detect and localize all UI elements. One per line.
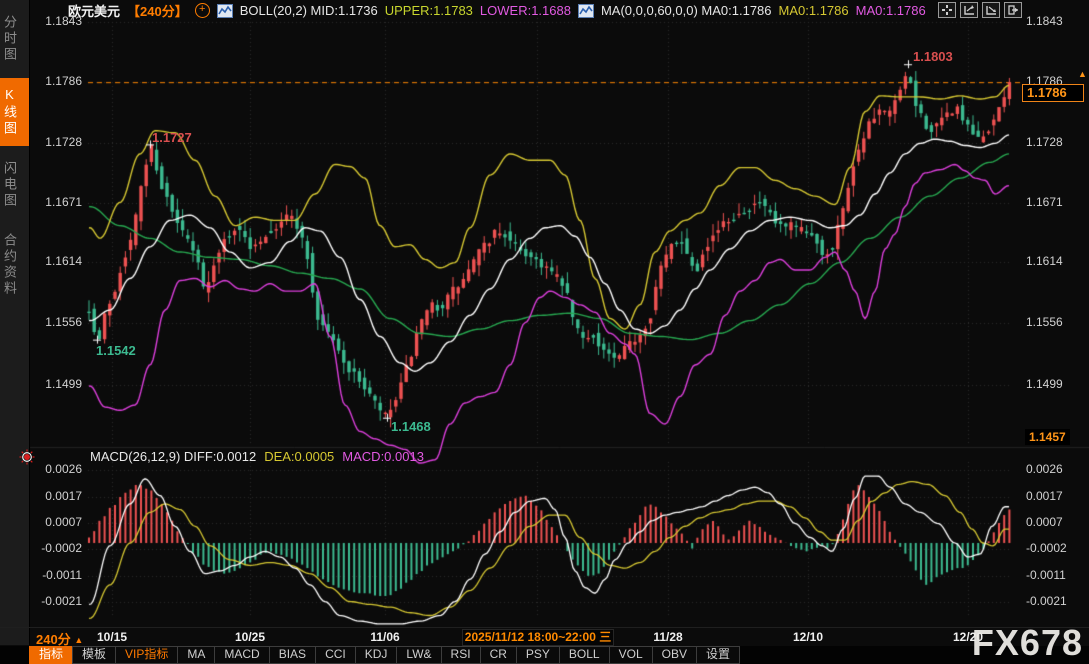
macd-tick-right-5: -0.0021 (1026, 594, 1086, 608)
macd-tick-left-5: -0.0021 (30, 594, 82, 608)
sidebar-item-2[interactable]: 闪电图 (0, 152, 29, 218)
date-tick-0: 10/15 (77, 630, 147, 644)
boll-mid-label: BOLL(20,2) MID:1.1736 (240, 3, 378, 18)
sidebar-item-3[interactable]: 合约资料 (0, 224, 29, 306)
price-tick-right-6: 1.1499 (1026, 377, 1086, 391)
price-tick-left-6: 1.1499 (30, 377, 82, 391)
price-tick-right-0: 1.1843 (1026, 14, 1086, 28)
tab-CR[interactable]: CR (480, 646, 517, 664)
macd-diff-label: MACD(26,12,9) DIFF:0.0012 (90, 449, 256, 464)
zoom-out-axis-icon[interactable] (982, 2, 1000, 18)
macd-tick-right-0: 0.0026 (1026, 462, 1086, 476)
ma-indicator-icon[interactable] (578, 4, 594, 18)
macd-macd-label: MACD:0.0013 (342, 449, 424, 464)
symbol-name: 欧元美元 (68, 1, 120, 20)
sidebar-item-0[interactable]: 分时图 (0, 6, 29, 72)
boll-upper-label: UPPER:1.1783 (385, 3, 473, 18)
macd-tick-left-3: -0.0002 (30, 541, 82, 555)
macd-tick-left-0: 0.0026 (30, 462, 82, 476)
kline-app: 分时图 K线图闪电图合约资料 欧元美元 【240分】 + BOLL(20,2) M… (0, 0, 1089, 664)
price-up-arrow-icon: ▲ (1078, 69, 1087, 79)
tab-KDJ[interactable]: KDJ (355, 646, 398, 664)
tab-VIP指标[interactable]: VIP指标 (115, 646, 178, 664)
candlestick-macd-chart[interactable] (0, 0, 1089, 664)
annotation-low-2: 1.1468 (391, 419, 431, 434)
macd-tick-left-2: 0.0007 (30, 515, 82, 529)
macd-tick-right-4: -0.0011 (1026, 568, 1086, 582)
price-tick-left-5: 1.1556 (30, 315, 82, 329)
macd-tick-left-4: -0.0011 (30, 568, 82, 582)
zoom-in-axis-icon[interactable] (960, 2, 978, 18)
tab-OBV[interactable]: OBV (652, 646, 697, 664)
tab-设置[interactable]: 设置 (696, 646, 740, 664)
date-tick-1: 10/25 (215, 630, 285, 644)
annotation-low-1: 1.1542 (96, 343, 136, 358)
macd-tick-right-3: -0.0002 (1026, 541, 1086, 555)
chart-header: 欧元美元 【240分】 + BOLL(20,2) MID:1.1736 UPPE… (68, 3, 926, 18)
ma-params-label: MA(0,0,0,60,0,0) MA0:1.1786 (601, 3, 772, 18)
date-tick-4: 12/10 (773, 630, 843, 644)
tab-PSY[interactable]: PSY (516, 646, 560, 664)
ma0-yellow-label: MA0:1.1786 (779, 3, 849, 18)
boll-lower-label: LOWER:1.1688 (480, 3, 571, 18)
x-axis-date-row: 2025/11/12 18:00~22:00 三 10/15 10/25 11/06… (0, 627, 1089, 646)
tab-CCI[interactable]: CCI (315, 646, 356, 664)
tab-MA[interactable]: MA (177, 646, 215, 664)
macd-tick-right-2: 0.0007 (1026, 515, 1086, 529)
ma0-magenta-label: MA0:1.1786 (856, 3, 926, 18)
price-tick-right-3: 1.1671 (1026, 195, 1086, 209)
date-tick-3: 11/28 (633, 630, 703, 644)
macd-header: MACD(26,12,9) DIFF:0.0012 DEA:0.0005 MAC… (90, 449, 424, 464)
tab-模板[interactable]: 模板 (72, 646, 116, 664)
period-label[interactable]: 【240分】 (127, 1, 188, 20)
selected-candle-date[interactable]: 2025/11/12 18:00~22:00 三 (462, 629, 614, 646)
tab-LW&[interactable]: LW& (396, 646, 441, 664)
sidebar-item-1[interactable]: K线图 (0, 78, 29, 146)
exit-fullscreen-icon[interactable] (1004, 2, 1022, 18)
tab-BIAS[interactable]: BIAS (269, 646, 316, 664)
chart-toolbar (938, 2, 1022, 18)
macd-dea-label: DEA:0.0005 (264, 449, 334, 464)
sun-logo-icon (19, 449, 35, 465)
current-price-badge: 1.1786 (1022, 84, 1084, 102)
sidebar: 分时图 K线图闪电图合约资料 (0, 0, 30, 645)
crosshair-icon[interactable] (938, 2, 956, 18)
tab-BOLL[interactable]: BOLL (559, 646, 610, 664)
fx678-watermark: FX678 (972, 622, 1083, 664)
price-tick-right-4: 1.1614 (1026, 254, 1086, 268)
price-tick-left-1: 1.1786 (30, 74, 82, 88)
annotation-peak-2: 1.1803 (913, 49, 953, 64)
footer-period-label: 240分 (36, 632, 71, 647)
price-tick-right-5: 1.1556 (1026, 315, 1086, 329)
tab-RSI[interactable]: RSI (441, 646, 481, 664)
tab-指标[interactable]: 指标 (29, 646, 73, 664)
price-tick-left-3: 1.1671 (30, 195, 82, 209)
price-tick-left-4: 1.1614 (30, 254, 82, 268)
macd-tick-right-1: 0.0017 (1026, 489, 1086, 503)
footer-period-selector[interactable]: 240分 ▲ (36, 629, 83, 648)
annotation-peak-1: 1.1727 (152, 130, 192, 145)
tab-MACD[interactable]: MACD (214, 646, 269, 664)
boll-indicator-icon[interactable] (217, 4, 233, 18)
price-tick-right-2: 1.1728 (1026, 135, 1086, 149)
tab-VOL[interactable]: VOL (609, 646, 653, 664)
period-dropdown-arrow-icon: ▲ (74, 635, 83, 645)
price-tick-left-2: 1.1728 (30, 135, 82, 149)
add-indicator-icon[interactable]: + (195, 3, 210, 18)
macd-tick-left-1: 0.0017 (30, 489, 82, 503)
session-low-label: 1.1457 (1025, 429, 1070, 445)
indicator-tabbar: 指标模板VIP指标MAMACDBIASCCIKDJLW&RSICRPSYBOLL… (0, 646, 1089, 664)
date-tick-2: 11/06 (350, 630, 420, 644)
